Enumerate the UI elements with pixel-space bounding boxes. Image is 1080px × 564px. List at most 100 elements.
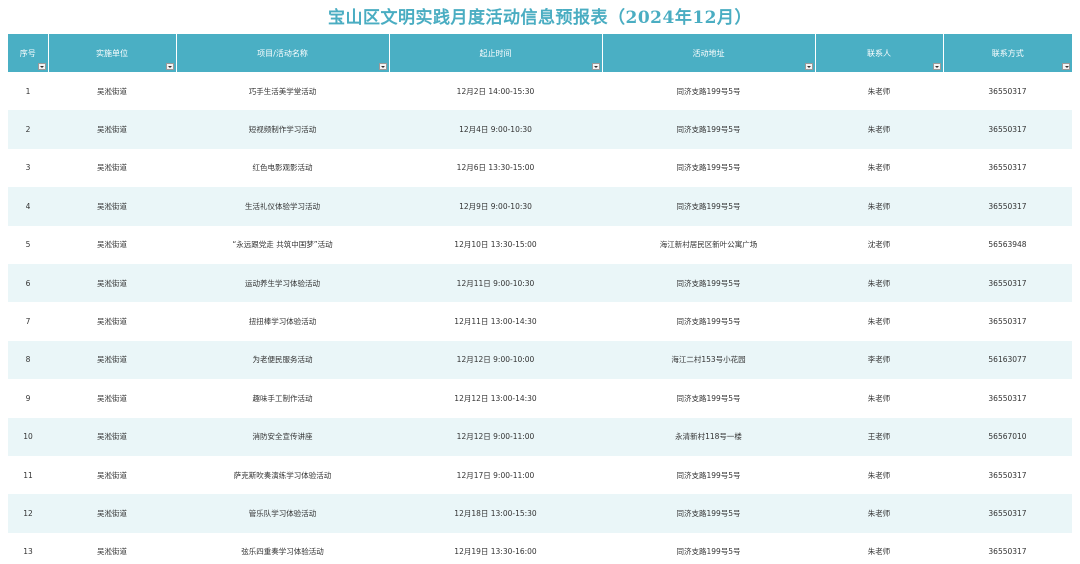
cell-organizer: 吴淞街道 <box>48 225 176 264</box>
cell-index: 13 <box>8 532 48 564</box>
cell-activity: 扭扭棒学习体验活动 <box>176 302 389 341</box>
cell-activity: 短视频制作学习活动 <box>176 110 389 149</box>
cell-contact: 朱老师 <box>815 455 943 495</box>
cell-index: 2 <box>8 110 48 149</box>
cell-time: 12月19日 13:30-16:00 <box>389 532 602 564</box>
cell-activity: 为老便民服务活动 <box>176 340 389 380</box>
filter-dropdown-icon[interactable] <box>1062 63 1070 70</box>
cell-organizer: 吴淞街道 <box>48 187 176 226</box>
table-row: 6 吴淞街道 运动养生学习体验活动 12月11日 9:00-10:30 同济支路199号… <box>8 263 1072 303</box>
filter-dropdown-icon[interactable] <box>378 63 387 70</box>
cell-address: 海江二村153号小花园 <box>602 340 815 380</box>
table-row: 7 吴淞街道 扭扭棒学习体验活动 12月11日 13:00-14:30 同济支路199号… <box>8 302 1072 341</box>
cell-address: 同济支路199号5号 <box>602 532 815 564</box>
cell-organizer: 吴淞街道 <box>48 110 176 149</box>
cell-index: 1 <box>8 72 48 111</box>
cell-time: 12月11日 13:00-14:30 <box>389 302 602 341</box>
cell-index: 10 <box>8 417 48 456</box>
cell-organizer: 吴淞街道 <box>48 340 176 380</box>
cell-address: 同济支路199号5号 <box>602 187 815 226</box>
cell-phone: 36550317 <box>943 455 1072 495</box>
table-header-row: 序号 实施单位 项目/活动名称 起止时间 活动地址 联系人 联系方式 <box>8 34 1072 72</box>
cell-phone: 36550317 <box>943 72 1072 111</box>
filter-dropdown-icon[interactable] <box>932 63 941 70</box>
column-header-label: 序号 <box>19 48 36 58</box>
cell-time: 12月12日 9:00-10:00 <box>389 340 602 380</box>
cell-index: 11 <box>8 455 48 495</box>
table-body: 1 吴淞街道 巧手生活美学堂活动 12月2日 14:00-15:30 同济支路199号5… <box>8 72 1072 564</box>
cell-phone: 56567010 <box>943 417 1072 456</box>
cell-address: 同济支路199号5号 <box>602 148 815 188</box>
table-row: 11 吴淞街道 萨克斯吹奏演练学习体验活动 12月17日 9:00-11:00 同济支路… <box>8 455 1072 495</box>
cell-phone: 36550317 <box>943 379 1072 418</box>
cell-time: 12月12日 13:00-14:30 <box>389 379 602 418</box>
cell-activity: 生活礼仪体验学习活动 <box>176 187 389 226</box>
cell-contact: 沈老师 <box>815 225 943 264</box>
column-header-address: 活动地址 <box>602 34 816 72</box>
cell-time: 12月10日 13:30-15:00 <box>389 225 602 264</box>
cell-phone: 36550317 <box>943 302 1072 341</box>
page-title: 宝山区文明实践月度活动信息预报表（2024年12月） <box>328 8 752 28</box>
cell-phone: 36550317 <box>943 148 1072 188</box>
cell-activity: 弦乐四重奏学习体验活动 <box>176 532 389 564</box>
cell-phone: 56163077 <box>943 340 1072 380</box>
cell-time: 12月9日 9:00-10:30 <box>389 187 602 226</box>
cell-address: 同济支路199号5号 <box>602 72 815 111</box>
cell-organizer: 吴淞街道 <box>48 72 176 111</box>
table-row: 4 吴淞街道 生活礼仪体验学习活动 12月9日 9:00-10:30 同济支路199号5… <box>8 187 1072 226</box>
cell-contact: 朱老师 <box>815 494 943 533</box>
cell-contact: 朱老师 <box>815 72 943 111</box>
cell-organizer: 吴淞街道 <box>48 455 176 495</box>
cell-activity: 运动养生学习体验活动 <box>176 263 389 303</box>
table-row: 13 吴淞街道 弦乐四重奏学习体验活动 12月19日 13:30-16:00 同济支路1… <box>8 532 1072 564</box>
cell-index: 5 <box>8 225 48 264</box>
cell-contact: 朱老师 <box>815 263 943 303</box>
cell-contact: 李老师 <box>815 340 943 380</box>
filter-dropdown-icon[interactable] <box>804 63 813 70</box>
cell-organizer: 吴淞街道 <box>48 417 176 456</box>
column-header-label: 联系方式 <box>991 48 1024 58</box>
cell-address: 海江新村居民区新叶公寓广场 <box>602 225 815 264</box>
table-row: 9 吴淞街道 趣味手工制作活动 12月12日 13:00-14:30 同济支路199号5… <box>8 379 1072 418</box>
table-row: 10 吴淞街道 消防安全宣传讲座 12月12日 9:00-11:00 永清新村118号一… <box>8 417 1072 456</box>
cell-activity: 趣味手工制作活动 <box>176 379 389 418</box>
table-row: 5 吴淞街道 “永远跟党走 共筑中国梦”活动 12月10日 13:30-15:00 海江… <box>8 225 1072 264</box>
cell-index: 8 <box>8 340 48 380</box>
cell-address: 永清新村118号一楼 <box>602 417 815 456</box>
cell-address: 同济支路199号5号 <box>602 379 815 418</box>
column-header-label: 起止时间 <box>479 48 512 58</box>
column-header-label: 活动地址 <box>692 48 725 58</box>
filter-dropdown-icon[interactable] <box>37 63 46 70</box>
column-header-label: 联系人 <box>867 48 891 58</box>
filter-dropdown-icon[interactable] <box>591 63 600 70</box>
cell-organizer: 吴淞街道 <box>48 302 176 341</box>
cell-time: 12月17日 9:00-11:00 <box>389 455 602 495</box>
cell-index: 7 <box>8 302 48 341</box>
table-row: 1 吴淞街道 巧手生活美学堂活动 12月2日 14:00-15:30 同济支路199号5… <box>8 72 1072 111</box>
column-header-phone: 联系方式 <box>943 34 1072 72</box>
cell-address: 同济支路199号5号 <box>602 302 815 341</box>
cell-time: 12月18日 13:00-15:30 <box>389 494 602 533</box>
table-row: 3 吴淞街道 红色电影观影活动 12月6日 13:30-15:00 同济支路199号5号… <box>8 148 1072 188</box>
cell-contact: 朱老师 <box>815 302 943 341</box>
table-row: 12 吴淞街道 管乐队学习体验活动 12月18日 13:00-15:30 同济支路199… <box>8 494 1072 533</box>
cell-time: 12月11日 9:00-10:30 <box>389 263 602 303</box>
cell-phone: 36550317 <box>943 110 1072 149</box>
cell-phone: 36550317 <box>943 263 1072 303</box>
filter-dropdown-icon[interactable] <box>165 63 174 70</box>
cell-address: 同济支路199号5号 <box>602 263 815 303</box>
cell-phone: 36550317 <box>943 532 1072 564</box>
cell-address: 同济支路199号5号 <box>602 110 815 149</box>
column-header-organizer: 实施单位 <box>48 34 177 72</box>
cell-phone: 36550317 <box>943 494 1072 533</box>
table-row: 2 吴淞街道 短视频制作学习活动 12月4日 9:00-10:30 同济支路199号5号… <box>8 110 1072 149</box>
cell-contact: 朱老师 <box>815 148 943 188</box>
column-header-index: 序号 <box>8 34 49 72</box>
cell-organizer: 吴淞街道 <box>48 494 176 533</box>
cell-contact: 朱老师 <box>815 379 943 418</box>
column-header-activity: 项目/活动名称 <box>176 34 390 72</box>
cell-time: 12月4日 9:00-10:30 <box>389 110 602 149</box>
cell-address: 同济支路199号5号 <box>602 494 815 533</box>
cell-activity: 消防安全宣传讲座 <box>176 417 389 456</box>
cell-index: 3 <box>8 148 48 188</box>
